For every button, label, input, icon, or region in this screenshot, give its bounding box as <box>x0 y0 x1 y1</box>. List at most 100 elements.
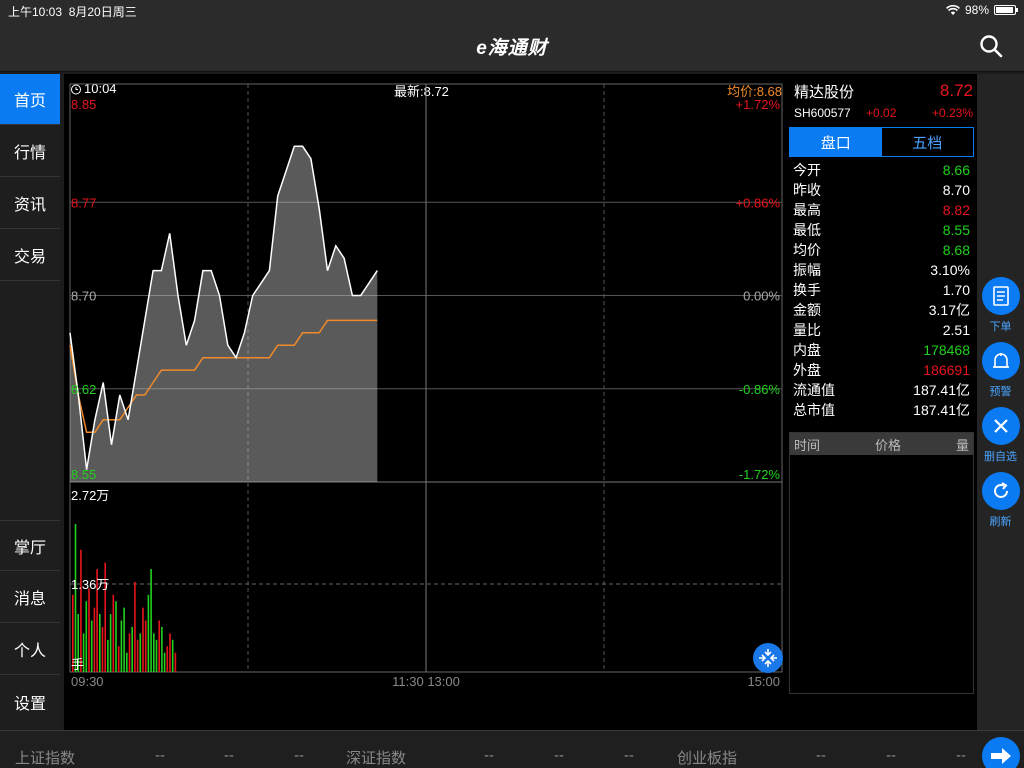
volume-bar <box>112 594 115 672</box>
price-area <box>70 146 378 483</box>
stats-list: 今开 8.66 昨收 8.70 最高 8.82 最低 8.55 均价 8.68 振幅 3.10% 换手 1… <box>789 160 974 420</box>
trade-table-header: 时间 价格 量 <box>790 433 973 455</box>
ticker-sz-value: -- <box>484 747 494 764</box>
stat-row: 外盘 186691 <box>789 360 974 380</box>
index-ticker[interactable]: 上证指数 -- -- -- 深证指数 -- -- -- 创业板指 -- -- -… <box>0 730 1024 768</box>
volume-bar <box>158 620 160 672</box>
quote-tabs: 盘口 五档 <box>789 127 974 157</box>
col-time: 时间 <box>794 437 821 453</box>
action-rail: 下单 预警 删自选 刷新 <box>977 74 1024 730</box>
volume-bar <box>142 607 144 672</box>
volume-bar <box>161 626 163 672</box>
sidebar-item-news[interactable]: 资讯 <box>0 178 60 229</box>
tab-order-book[interactable]: 盘口 <box>790 128 882 156</box>
volume-bar <box>120 620 123 672</box>
alert-button[interactable]: 预警 <box>977 342 1024 399</box>
refresh-button[interactable]: 刷新 <box>977 472 1024 529</box>
volume-bar <box>109 614 112 672</box>
volume-bar <box>166 646 169 672</box>
alert-bell-icon <box>992 353 1009 368</box>
stat-row: 最低 8.55 <box>789 220 974 240</box>
price-tick-label: 8.77 <box>71 195 96 210</box>
intraday-chart[interactable]: 10:04 最新:8.72 均价:8.68 8.85 +1.72% 8.77 +0.8… <box>64 74 786 730</box>
stat-row: 昨收 8.70 <box>789 180 974 200</box>
stock-code: SH600577 <box>794 106 851 120</box>
sidebar-item-hall[interactable]: 掌厅 <box>0 520 60 571</box>
sidebar-item-settings[interactable]: 设置 <box>0 676 60 727</box>
ticker-sh-name: 上证指数 <box>15 750 76 767</box>
stat-label: 金额 <box>793 302 821 318</box>
sidebar-item-trade[interactable]: 交易 <box>0 230 60 281</box>
price-tick-label: 8.55 <box>71 467 96 482</box>
expand-chart-button[interactable] <box>753 643 783 673</box>
stat-row: 内盘 178468 <box>789 340 974 360</box>
sidebar-item-label: 行情 <box>13 145 46 162</box>
ticker-sh-change: -- <box>224 747 234 764</box>
volume-bar <box>101 626 104 672</box>
volume-unit-label: 手 <box>71 657 84 672</box>
volume-bar <box>147 594 150 672</box>
status-time: 上午10:03 <box>8 5 63 19</box>
stat-value: 8.82 <box>942 202 970 218</box>
stat-value: 187.41亿 <box>913 382 970 398</box>
search-icon[interactable] <box>978 33 1004 59</box>
volume-bar <box>126 652 128 672</box>
volume-bar <box>153 633 155 672</box>
volume-bar <box>163 652 166 672</box>
stock-change-pct: +0.23% <box>931 106 973 120</box>
volume-bar <box>107 639 109 672</box>
volume-bar <box>123 607 125 672</box>
battery-icon <box>994 5 1018 15</box>
sidebar-item-label: 设置 <box>13 695 46 713</box>
volume-bar <box>115 601 117 672</box>
stat-value: 3.10% <box>930 262 970 278</box>
sidebar-item-messages[interactable]: 消息 <box>0 572 60 623</box>
refresh-label: 刷新 <box>989 516 1012 528</box>
volume-tick-label: 2.72万 <box>71 488 109 503</box>
x-tick-label: 09:30 <box>71 674 104 689</box>
sidebar-item-label: 资讯 <box>13 197 46 214</box>
volume-bar <box>171 639 174 672</box>
volume-bar <box>117 646 120 672</box>
refresh-icon <box>993 482 1008 498</box>
x-tick-label: 11:30 13:00 <box>392 674 460 689</box>
pct-tick-label: 0.00% <box>743 289 780 304</box>
volume-bar <box>99 614 101 672</box>
stat-label: 昨收 <box>793 182 821 198</box>
order-label: 下单 <box>989 321 1012 333</box>
stat-row: 流通值 187.41亿 <box>789 380 974 400</box>
ticker-next-button[interactable] <box>982 737 1020 768</box>
sidebar-item-market[interactable]: 行情 <box>0 126 60 177</box>
sidebar-item-label: 首页 <box>13 93 46 110</box>
pct-tick-label: -0.86% <box>739 382 781 397</box>
stat-value: 186691 <box>923 362 970 378</box>
ticker-cy-pct: -- <box>956 747 966 764</box>
trade-detail-table[interactable]: 时间 价格 量 <box>789 432 974 694</box>
stat-value: 8.55 <box>942 222 970 238</box>
order-button[interactable]: 下单 <box>977 277 1024 334</box>
app-title: e海通财 <box>476 38 548 59</box>
volume-bar <box>139 633 142 672</box>
close-icon <box>993 419 1008 433</box>
volume-bar <box>150 569 152 672</box>
sidebar: 首页 行情 资讯 交易 掌厅 消息 个人 设置 <box>0 74 60 730</box>
sidebar-item-personal[interactable]: 个人 <box>0 624 60 675</box>
chart-canvas: 8.85 +1.72% 8.77 +0.86% 8.70 0.00% 8.62 -0.86% 8… <box>69 83 783 689</box>
ticker-sh-value: -- <box>155 747 165 764</box>
volume-bar <box>74 524 77 672</box>
stat-value: 1.70 <box>942 282 970 298</box>
remove-watchlist-button[interactable]: 删自选 <box>977 407 1024 464</box>
collapse-arrows-icon <box>759 649 777 667</box>
volume-bar <box>169 633 171 672</box>
stat-label: 最低 <box>793 222 821 238</box>
sidebar-item-home[interactable]: 首页 <box>0 74 60 125</box>
ticker-cy-value: -- <box>816 747 826 764</box>
sidebar-item-label: 消息 <box>13 591 46 608</box>
volume-bar <box>88 588 90 672</box>
ticker-sz-name: 深证指数 <box>346 750 407 767</box>
stat-row: 换手 1.70 <box>789 280 974 300</box>
volume-bar <box>131 626 133 672</box>
tab-five-level[interactable]: 五档 <box>882 128 974 156</box>
order-icon <box>992 286 1009 306</box>
wifi-icon <box>946 4 960 15</box>
